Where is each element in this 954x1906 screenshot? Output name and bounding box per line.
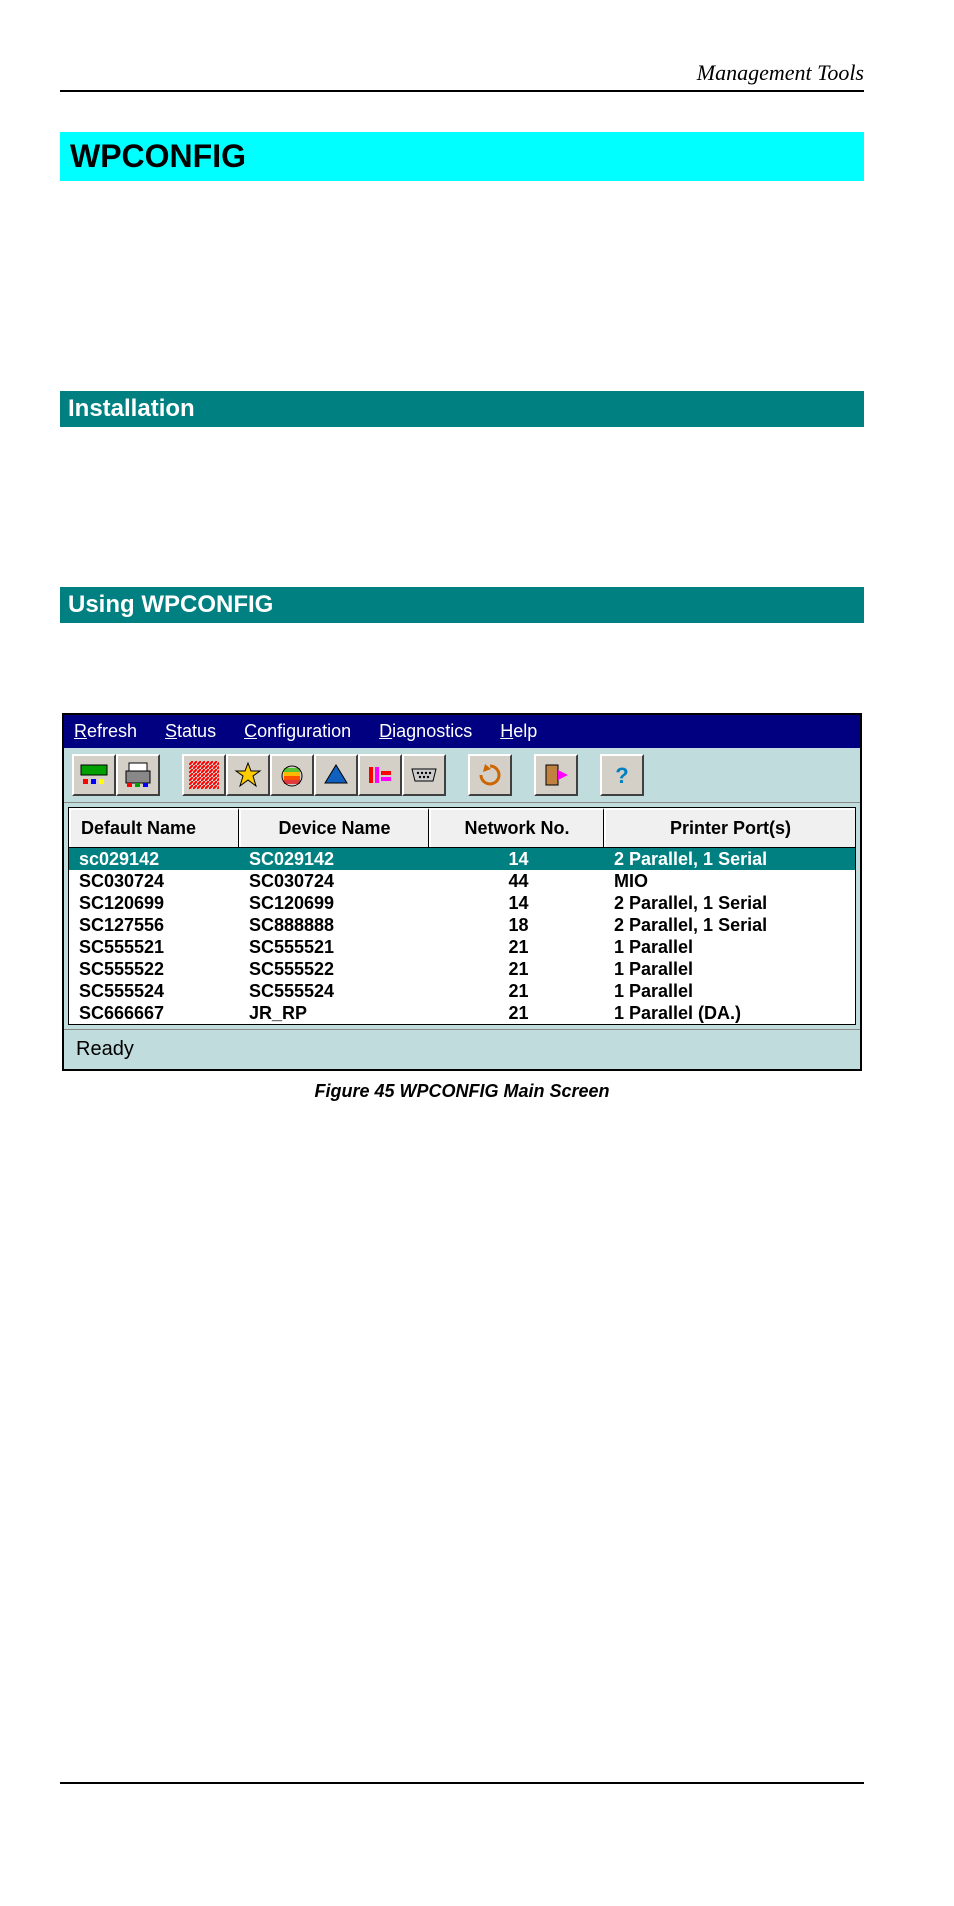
table-row[interactable]: sc029142SC029142142 Parallel, 1 Serial — [69, 848, 855, 870]
cell-default-name: SC127556 — [71, 914, 241, 936]
col-device-name[interactable]: Device Name — [239, 808, 429, 847]
cell-default-name: SC030724 — [71, 870, 241, 892]
table-row[interactable]: SC555524SC555524211 Parallel — [69, 980, 855, 1002]
col-network-no[interactable]: Network No. — [429, 808, 604, 847]
menu-configuration[interactable]: Configuration — [244, 721, 351, 742]
exit-icon[interactable] — [534, 754, 578, 796]
cell-printer-ports: 1 Parallel — [606, 958, 853, 980]
cell-device-name: SC555522 — [241, 958, 431, 980]
cell-device-name: JR_RP — [241, 1002, 431, 1024]
cell-device-name: SC029142 — [241, 848, 431, 870]
col-printer-ports[interactable]: Printer Port(s) — [604, 808, 855, 847]
cell-default-name: SC555521 — [71, 936, 241, 958]
col-default-name[interactable]: Default Name — [69, 808, 239, 847]
cell-printer-ports: 1 Parallel — [606, 936, 853, 958]
cell-network-no: 18 — [431, 914, 606, 936]
cell-printer-ports: 2 Parallel, 1 Serial — [606, 848, 853, 870]
cell-printer-ports: MIO — [606, 870, 853, 892]
cell-network-no: 21 — [431, 936, 606, 958]
cell-device-name: SC555521 — [241, 936, 431, 958]
cell-network-no: 14 — [431, 848, 606, 870]
cell-device-name: SC030724 — [241, 870, 431, 892]
table-row[interactable]: SC127556SC888888182 Parallel, 1 Serial — [69, 914, 855, 936]
cell-default-name: sc029142 — [71, 848, 241, 870]
footer-rule — [60, 1782, 864, 1784]
page-header: Management Tools — [60, 60, 864, 92]
cell-network-no: 21 — [431, 958, 606, 980]
cell-network-no: 14 — [431, 892, 606, 914]
cell-network-no: 21 — [431, 980, 606, 1002]
table-row[interactable]: SC555521SC555521211 Parallel — [69, 936, 855, 958]
status-bar: Ready — [64, 1029, 860, 1069]
cell-default-name: SC555524 — [71, 980, 241, 1002]
tcpip-icon[interactable] — [314, 754, 358, 796]
table-row[interactable]: SC120699SC120699142 Parallel, 1 Serial — [69, 892, 855, 914]
cell-device-name: SC555524 — [241, 980, 431, 1002]
cell-network-no: 21 — [431, 1002, 606, 1024]
cell-default-name: SC555522 — [71, 958, 241, 980]
cell-printer-ports: 2 Parallel, 1 Serial — [606, 914, 853, 936]
svg-text:?: ? — [615, 763, 628, 788]
device-table: Default Name Device Name Network No. Pri… — [68, 807, 856, 1025]
cell-default-name: SC120699 — [71, 892, 241, 914]
table-row[interactable]: SC030724SC03072444MIO — [69, 870, 855, 892]
cell-network-no: 44 — [431, 870, 606, 892]
menu-refresh[interactable]: Refresh — [74, 721, 137, 742]
cell-printer-ports: 1 Parallel (DA.) — [606, 1002, 853, 1024]
netware-icon[interactable] — [182, 754, 226, 796]
cell-device-name: SC888888 — [241, 914, 431, 936]
menu-diagnostics[interactable]: Diagnostics — [379, 721, 472, 742]
menu-status[interactable]: Status — [165, 721, 216, 742]
section-using: Using WPCONFIG — [60, 587, 864, 623]
refresh-icon[interactable] — [468, 754, 512, 796]
serial-icon[interactable] — [402, 754, 446, 796]
table-row[interactable]: SC555522SC555522211 Parallel — [69, 958, 855, 980]
burst-icon[interactable] — [226, 754, 270, 796]
toolbar: ? — [64, 748, 860, 803]
cell-printer-ports: 1 Parallel — [606, 980, 853, 1002]
help-icon[interactable]: ? — [600, 754, 644, 796]
printer-icon[interactable] — [116, 754, 160, 796]
table-header: Default Name Device Name Network No. Pri… — [69, 808, 855, 848]
port-icon[interactable] — [358, 754, 402, 796]
menu-help[interactable]: Help — [500, 721, 537, 742]
table-row[interactable]: SC666667JR_RP211 Parallel (DA.) — [69, 1002, 855, 1024]
cell-device-name: SC120699 — [241, 892, 431, 914]
menubar: Refresh Status Configuration Diagnostics… — [64, 715, 860, 748]
cell-printer-ports: 2 Parallel, 1 Serial — [606, 892, 853, 914]
title-wpconfig: WPCONFIG — [60, 132, 864, 181]
cell-default-name: SC666667 — [71, 1002, 241, 1024]
app-window: Refresh Status Configuration Diagnostics… — [62, 713, 862, 1071]
device-icon[interactable] — [72, 754, 116, 796]
figure-caption: Figure 45 WPCONFIG Main Screen — [60, 1081, 864, 1102]
apple-icon[interactable] — [270, 754, 314, 796]
section-installation: Installation — [60, 391, 864, 427]
